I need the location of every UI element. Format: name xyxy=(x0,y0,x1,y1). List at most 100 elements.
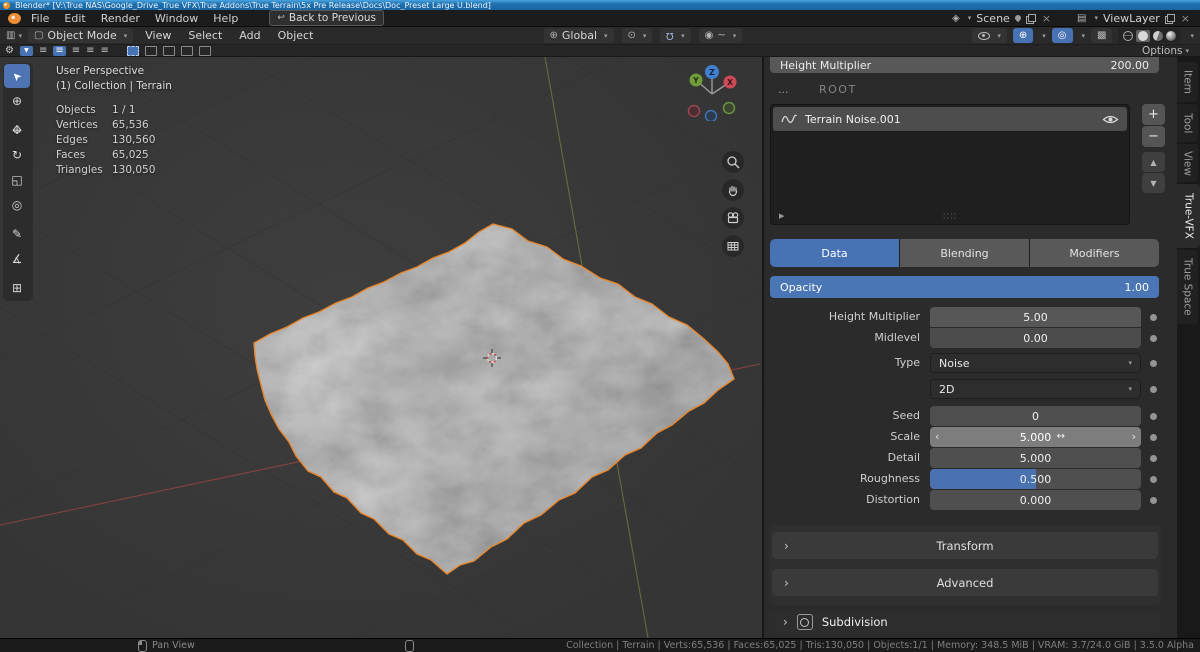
new-scene-icon[interactable] xyxy=(1026,14,1035,23)
blender-menu-icon[interactable] xyxy=(8,13,21,24)
select-mode-2-icon[interactable]: ≡ xyxy=(53,46,65,56)
add-layer-button[interactable]: + xyxy=(1142,104,1165,125)
scale-input[interactable]: ‹ 5.000 ↔ › xyxy=(930,427,1141,447)
pivot-point-selector[interactable]: ⊙ ▾ xyxy=(622,28,653,43)
move-layer-down-button[interactable]: ▼ xyxy=(1142,173,1165,193)
scene-type-icon[interactable]: ◈ xyxy=(952,13,960,24)
layer-list-item[interactable]: Terrain Noise.001 xyxy=(773,107,1127,131)
proportional-editing-controls[interactable]: ◉ ~ ▾ xyxy=(699,28,743,43)
tab-item[interactable]: Item xyxy=(1177,62,1198,102)
decorator-dot[interactable] xyxy=(1150,434,1157,441)
advanced-panel-header[interactable]: › Advanced xyxy=(772,569,1158,596)
scene-selector[interactable]: Scene xyxy=(976,12,1010,25)
3d-viewport[interactable]: ➤ ⊕ ↔↕ ↻ ◱ ◎ ✎ ∡ ⊞ User Perspective (1) … xyxy=(0,57,762,638)
tool-move[interactable]: ↔↕ xyxy=(4,118,30,142)
tab-modifiers[interactable]: Modifiers xyxy=(1030,239,1159,267)
subdivision-panel-header[interactable]: › Subdivision xyxy=(769,610,1161,634)
gizmos-toggle[interactable]: ⊕ xyxy=(1013,28,1033,43)
midlevel-input[interactable]: 0.00 xyxy=(930,328,1141,348)
unlink-scene-icon[interactable]: × xyxy=(1042,12,1051,25)
gizmo-neg-z-axis[interactable] xyxy=(706,111,717,122)
select-set-button[interactable] xyxy=(127,46,139,56)
viewlayer-icon[interactable]: ▤ xyxy=(1077,13,1086,24)
tool-add-cube[interactable]: ⊞ xyxy=(4,276,30,300)
tab-data[interactable]: Data xyxy=(770,239,899,267)
select-mode-3-icon[interactable]: ≡ xyxy=(72,46,80,56)
tool-gear-icon[interactable]: ⚙ xyxy=(5,45,14,56)
rendered-shading-button[interactable] xyxy=(1166,31,1176,41)
increment-arrow-icon[interactable]: › xyxy=(1132,427,1136,447)
zoom-view-button[interactable] xyxy=(722,151,744,173)
decorator-dot[interactable] xyxy=(1150,455,1157,462)
editor-type-icon[interactable]: ▥ xyxy=(6,30,15,41)
solid-shading-button[interactable] xyxy=(1136,30,1150,42)
dimension-dropdown[interactable]: 2D▾ xyxy=(930,379,1141,399)
height-multiplier-input[interactable]: 5.00 xyxy=(930,307,1141,327)
menu-add[interactable]: Add xyxy=(239,29,260,42)
tab-true-vfx[interactable]: True-VFX xyxy=(1177,184,1200,248)
perspective-toggle-button[interactable] xyxy=(722,235,744,257)
remove-viewlayer-icon[interactable]: × xyxy=(1181,12,1190,25)
roughness-slider[interactable]: 0.500 xyxy=(930,469,1141,489)
new-viewlayer-icon[interactable] xyxy=(1165,14,1174,23)
object-visibility-selector[interactable]: ▾ xyxy=(972,28,1007,43)
breadcrumb-root[interactable]: ROOT xyxy=(819,83,857,96)
decorator-dot[interactable] xyxy=(1150,497,1157,504)
decorator-dot[interactable] xyxy=(1150,360,1157,367)
menu-select[interactable]: Select xyxy=(188,29,222,42)
tab-true-space[interactable]: True Space xyxy=(1177,250,1198,324)
tool-scale[interactable]: ◱ xyxy=(4,168,30,192)
menu-render[interactable]: Render xyxy=(101,12,140,25)
gizmo-neg-y-axis[interactable] xyxy=(724,103,735,114)
transform-orientation-selector[interactable]: ⊕ Global ▾ xyxy=(544,28,614,43)
gizmo-neg-x-axis[interactable] xyxy=(689,106,700,117)
select-subtract-button[interactable] xyxy=(163,46,175,56)
list-expand-icon[interactable]: ▶ xyxy=(779,212,784,220)
height-multiplier-top-slider[interactable]: Height Multiplier 200.00 xyxy=(770,57,1159,73)
options-dropdown[interactable]: Options ▾ xyxy=(1142,45,1189,57)
menu-file[interactable]: File xyxy=(31,12,49,25)
eye-icon[interactable] xyxy=(1102,114,1119,125)
seed-input[interactable]: 0 xyxy=(930,406,1141,426)
select-mode-4-icon[interactable]: ≡ xyxy=(86,46,94,56)
snap-controls[interactable]: Ω ▾ xyxy=(660,28,690,43)
select-invert-button[interactable] xyxy=(181,46,193,56)
select-extend-button[interactable] xyxy=(145,46,157,56)
menu-edit[interactable]: Edit xyxy=(64,12,85,25)
menu-object[interactable]: Object xyxy=(278,29,314,42)
tool-select-box[interactable]: ➤ xyxy=(4,64,30,88)
xray-toggle[interactable]: ▩ xyxy=(1091,28,1112,43)
navigation-gizmo[interactable]: Z Y X xyxy=(686,61,740,121)
filter-icon[interactable]: ▼ xyxy=(20,46,33,56)
remove-layer-button[interactable]: − xyxy=(1142,126,1165,147)
decorator-dot[interactable] xyxy=(1150,386,1157,393)
decorator-dot[interactable] xyxy=(1150,476,1157,483)
decorator-dot[interactable] xyxy=(1150,314,1157,321)
back-to-previous-button[interactable]: ↩ Back to Previous xyxy=(269,10,384,26)
decrement-arrow-icon[interactable]: ‹ xyxy=(935,427,939,447)
list-resize-grip[interactable]: ········ xyxy=(943,213,957,221)
breadcrumb-dots[interactable]: ... xyxy=(778,83,789,96)
decorator-dot[interactable] xyxy=(1150,335,1157,342)
tool-rotate[interactable]: ↻ xyxy=(4,143,30,167)
mode-selector[interactable]: ▢ Object Mode ▾ xyxy=(28,28,133,43)
tool-transform[interactable]: ◎ xyxy=(4,193,30,217)
tab-tool[interactable]: Tool xyxy=(1177,104,1198,142)
material-shading-button[interactable] xyxy=(1153,31,1163,41)
overlays-toggle[interactable]: ◎ xyxy=(1052,28,1073,43)
select-mode-5-icon[interactable]: ≡ xyxy=(101,46,109,56)
pan-view-button[interactable] xyxy=(722,179,744,201)
tab-blending[interactable]: Blending xyxy=(900,239,1029,267)
pin-icon[interactable] xyxy=(1014,14,1022,22)
distortion-input[interactable]: 0.000 xyxy=(930,490,1141,510)
tab-view[interactable]: View xyxy=(1177,144,1198,182)
menu-view[interactable]: View xyxy=(145,29,171,42)
tool-annotate[interactable]: ✎ xyxy=(4,222,30,246)
select-mode-1-icon[interactable]: ≡ xyxy=(39,46,47,56)
move-layer-up-button[interactable]: ▲ xyxy=(1142,152,1165,172)
wireframe-shading-button[interactable] xyxy=(1123,31,1133,41)
tool-cursor[interactable]: ⊕ xyxy=(4,89,30,113)
select-intersect-button[interactable] xyxy=(199,46,211,56)
menu-help[interactable]: Help xyxy=(213,12,238,25)
menu-window[interactable]: Window xyxy=(155,12,198,25)
